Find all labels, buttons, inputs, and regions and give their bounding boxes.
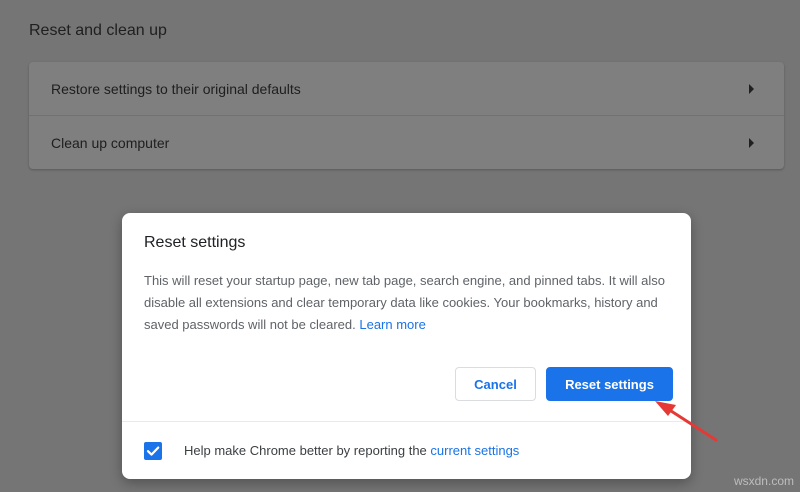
reset-options-card: Restore settings to their original defau… <box>29 62 784 169</box>
arrow-right-icon <box>749 137 754 148</box>
reset-settings-button[interactable]: Reset settings <box>546 367 673 401</box>
reset-settings-dialog: Reset settings This will reset your star… <box>122 213 691 479</box>
report-settings-text: Help make Chrome better by reporting the <box>184 443 427 458</box>
current-settings-link[interactable]: current settings <box>430 443 519 458</box>
cancel-button[interactable]: Cancel <box>455 367 536 401</box>
report-settings-label: Help make Chrome better by reporting the… <box>184 442 519 460</box>
clean-up-computer-row[interactable]: Clean up computer <box>29 116 784 169</box>
dialog-title: Reset settings <box>144 234 246 251</box>
dialog-body: This will reset your startup page, new t… <box>144 270 669 336</box>
arrow-right-icon <box>749 83 754 94</box>
restore-defaults-row[interactable]: Restore settings to their original defau… <box>29 62 784 115</box>
restore-defaults-label: Restore settings to their original defau… <box>51 80 301 97</box>
section-title: Reset and clean up <box>29 22 167 39</box>
report-settings-checkbox[interactable] <box>144 442 162 460</box>
dialog-divider <box>122 421 691 422</box>
learn-more-link[interactable]: Learn more <box>359 317 425 332</box>
checkmark-icon <box>146 446 160 456</box>
clean-up-computer-label: Clean up computer <box>51 134 170 151</box>
watermark: wsxdn.com <box>733 474 794 488</box>
